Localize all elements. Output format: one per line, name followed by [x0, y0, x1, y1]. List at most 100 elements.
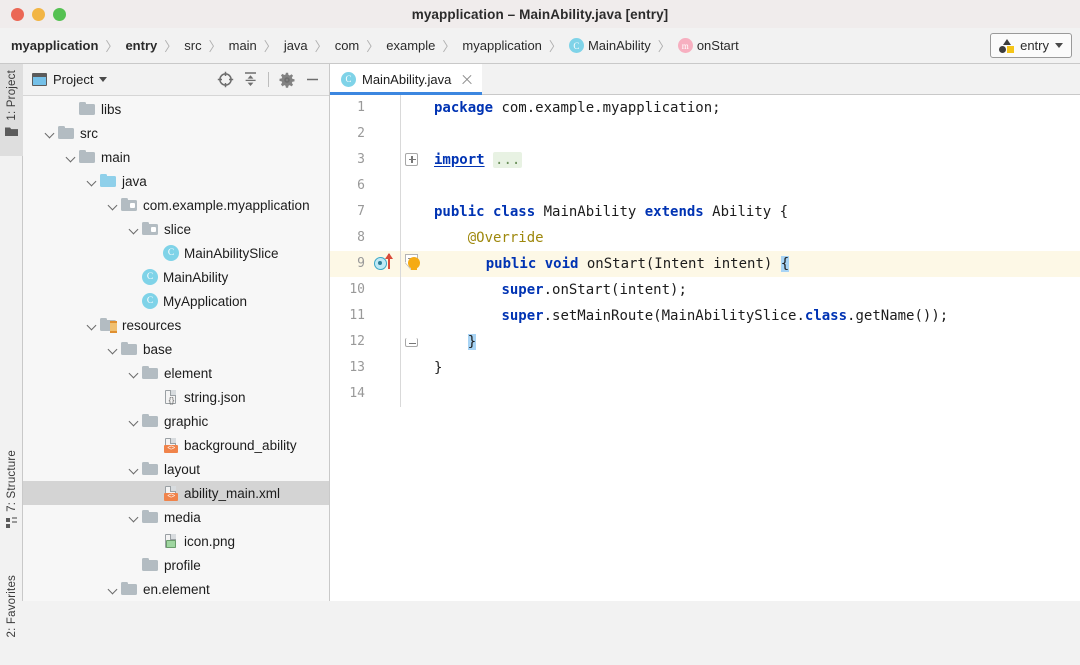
project-view-selector[interactable]: Project: [32, 72, 107, 87]
list-item[interactable]: slice: [23, 217, 329, 241]
fold-end-icon[interactable]: [405, 338, 418, 347]
list-item[interactable]: en.element: [23, 577, 329, 601]
chevron-down-icon[interactable]: [128, 223, 140, 235]
list-item[interactable]: profile: [23, 553, 329, 577]
gutter-marks[interactable]: [370, 173, 400, 199]
list-item[interactable]: CMainAbilitySlice: [23, 241, 329, 265]
window-controls[interactable]: [0, 8, 66, 21]
fold-gutter[interactable]: [400, 277, 422, 303]
breadcrumb-item-src[interactable]: src: [182, 37, 203, 54]
code-line[interactable]: 1package com.example.myapplication;: [330, 95, 1080, 121]
breadcrumb-item-onstart[interactable]: monStart: [676, 37, 741, 54]
close-button[interactable]: [11, 8, 24, 21]
run-configuration-selector[interactable]: entry: [990, 33, 1072, 58]
fold-gutter[interactable]: [400, 199, 422, 225]
bulb-icon[interactable]: [408, 257, 420, 269]
minimize-button[interactable]: [32, 8, 45, 21]
fold-gutter[interactable]: [400, 225, 422, 251]
chevron-down-icon[interactable]: [107, 343, 119, 355]
locate-icon[interactable]: [214, 69, 236, 91]
code-line[interactable]: 6: [330, 173, 1080, 199]
list-item[interactable]: resources: [23, 313, 329, 337]
list-item[interactable]: com.example.myapplication: [23, 193, 329, 217]
list-item[interactable]: graphic: [23, 409, 329, 433]
list-item[interactable]: icon.png: [23, 529, 329, 553]
code-line[interactable]: 9 public void onStart(Intent intent) {: [330, 251, 1080, 277]
list-item[interactable]: src: [23, 121, 329, 145]
gear-icon[interactable]: [276, 69, 298, 91]
list-item[interactable]: <>background_ability: [23, 433, 329, 457]
breadcrumb-item-entry[interactable]: entry: [123, 37, 159, 54]
minimize-icon[interactable]: [301, 69, 323, 91]
gutter-marks[interactable]: [370, 199, 400, 225]
fold-gutter[interactable]: [400, 173, 422, 199]
breadcrumb-item-example[interactable]: example: [384, 37, 437, 54]
gutter-marks[interactable]: [370, 225, 400, 251]
chevron-down-icon[interactable]: [107, 583, 119, 595]
gutter-marks[interactable]: [370, 95, 400, 121]
breadcrumb-separator: 〉: [310, 36, 333, 55]
chevron-down-icon[interactable]: [128, 367, 140, 379]
list-item[interactable]: {}string.json: [23, 385, 329, 409]
breadcrumb-item-com[interactable]: com: [333, 37, 362, 54]
collapse-all-icon[interactable]: [239, 69, 261, 91]
code-editor[interactable]: 1package com.example.myapplication;23imp…: [330, 95, 1080, 601]
code-line[interactable]: 3import ...: [330, 147, 1080, 173]
close-icon[interactable]: [460, 72, 474, 86]
list-item[interactable]: libs: [23, 97, 329, 121]
tab-mainability-java[interactable]: C MainAbility.java: [330, 64, 482, 94]
list-item[interactable]: base: [23, 337, 329, 361]
chevron-down-icon[interactable]: [128, 415, 140, 427]
fold-gutter[interactable]: [400, 303, 422, 329]
gutter-marks[interactable]: [370, 121, 400, 147]
gutter-marks[interactable]: [370, 147, 400, 173]
list-item[interactable]: CMainAbility: [23, 265, 329, 289]
breadcrumb-item-myapplication[interactable]: myapplication: [460, 37, 544, 54]
code-line[interactable]: 10 super.onStart(intent);: [330, 277, 1080, 303]
list-item[interactable]: <>ability_main.xml: [23, 481, 329, 505]
chevron-down-icon[interactable]: [44, 127, 56, 139]
fold-gutter[interactable]: [400, 95, 422, 121]
gutter-marks[interactable]: [370, 251, 400, 277]
sidebar-item-structure[interactable]: 7: Structure: [0, 444, 23, 556]
fold-gutter[interactable]: [400, 381, 422, 407]
gutter-marks[interactable]: [370, 381, 400, 407]
maximize-button[interactable]: [53, 8, 66, 21]
code-line[interactable]: 12 }: [330, 329, 1080, 355]
fold-gutter[interactable]: [400, 121, 422, 147]
folder-icon: [142, 366, 159, 380]
breadcrumb-item-java[interactable]: java: [282, 37, 310, 54]
list-item[interactable]: java: [23, 169, 329, 193]
fold-gutter[interactable]: [400, 329, 422, 355]
chevron-down-icon[interactable]: [65, 151, 77, 163]
sidebar-item-favorites[interactable]: 2: Favorites: [0, 569, 23, 665]
gutter-marks[interactable]: [370, 355, 400, 381]
code-line[interactable]: 13}: [330, 355, 1080, 381]
breadcrumb-item-main[interactable]: main: [227, 37, 259, 54]
code-line[interactable]: 14: [330, 381, 1080, 407]
chevron-down-icon[interactable]: [107, 199, 119, 211]
gutter-marks[interactable]: [370, 303, 400, 329]
chevron-down-icon[interactable]: [128, 511, 140, 523]
breadcrumb-item-myapplication[interactable]: myapplication: [9, 37, 100, 54]
chevron-down-icon[interactable]: [128, 463, 140, 475]
fold-gutter[interactable]: [400, 355, 422, 381]
list-item[interactable]: element: [23, 361, 329, 385]
expand-fold-icon[interactable]: [405, 153, 418, 166]
list-item[interactable]: CMyApplication: [23, 289, 329, 313]
chevron-down-icon[interactable]: [86, 319, 98, 331]
gutter-marks[interactable]: [370, 277, 400, 303]
code-line[interactable]: 2: [330, 121, 1080, 147]
chevron-down-icon[interactable]: [86, 175, 98, 187]
list-item[interactable]: media: [23, 505, 329, 529]
gutter-marks[interactable]: [370, 329, 400, 355]
sidebar-item-project[interactable]: 1: Project: [0, 64, 23, 156]
fold-gutter[interactable]: [400, 147, 422, 173]
code-line[interactable]: 8 @Override: [330, 225, 1080, 251]
project-tree[interactable]: libssrcmainjavacom.example.myapplication…: [23, 96, 329, 601]
breadcrumb-item-mainability[interactable]: CMainAbility: [567, 37, 653, 54]
list-item[interactable]: main: [23, 145, 329, 169]
code-line[interactable]: 11 super.setMainRoute(MainAbilitySlice.c…: [330, 303, 1080, 329]
code-line[interactable]: 7public class MainAbility extends Abilit…: [330, 199, 1080, 225]
list-item[interactable]: layout: [23, 457, 329, 481]
